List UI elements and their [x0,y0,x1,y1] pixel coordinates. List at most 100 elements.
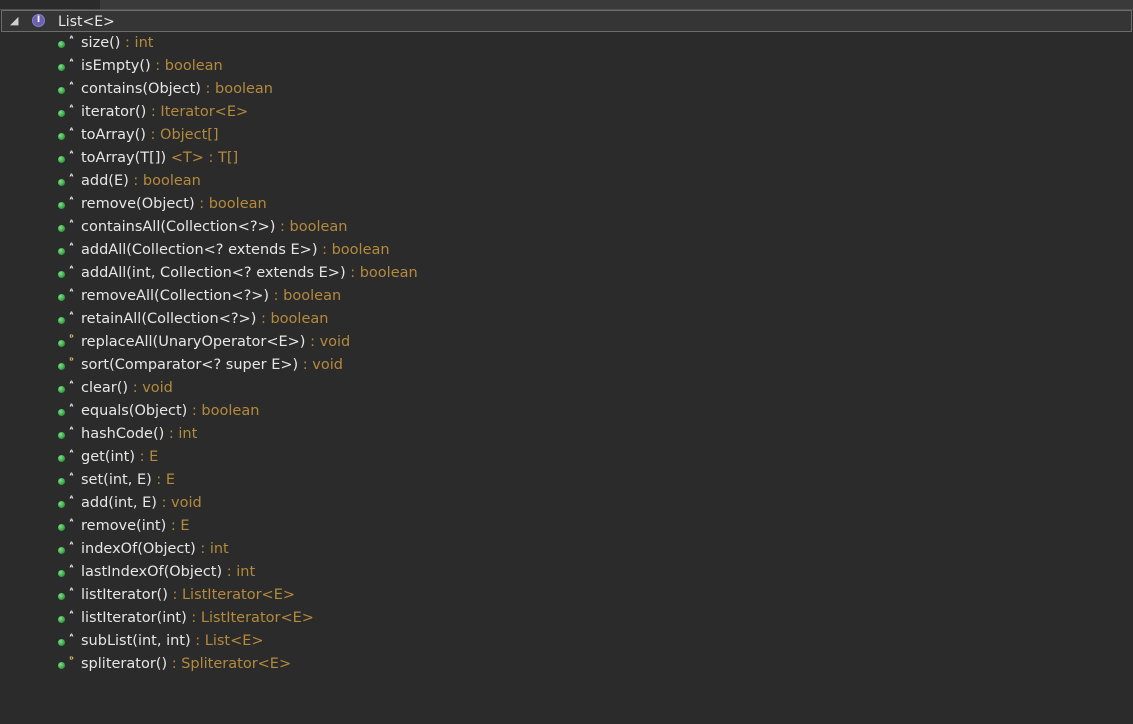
abstract-modifier-icon: ᴬ [69,103,74,112]
method-return-type: : boolean [269,288,342,304]
tree-node-method[interactable]: ᴬ isEmpty() : boolean [0,55,1133,78]
public-method-icon [58,432,65,439]
abstract-modifier-icon: ᴬ [69,379,74,388]
public-method-icon [58,202,65,209]
tree-node-method[interactable]: ᴬ containsAll(Collection<?>) : boolean [0,216,1133,239]
method-signature: containsAll(Collection<?>) : boolean [81,216,347,239]
abstract-modifier-icon: ᴬ [69,471,74,480]
tree-node-method[interactable]: ᴬ size() : int [0,32,1133,55]
method-signature: isEmpty() : boolean [81,55,223,78]
tree-node-method[interactable]: ᴬ remove(Object) : boolean [0,193,1133,216]
public-method-icon [58,317,65,324]
method-signature: contains(Object) : boolean [81,78,273,101]
tree-node-method[interactable]: ᴬ remove(int) : E [0,515,1133,538]
tree-node-label: List<E> [58,14,115,30]
method-return-type: : int [120,35,154,51]
tree-node-method[interactable]: ᴬ removeAll(Collection<?>) : boolean [0,285,1133,308]
tree-node-method[interactable]: ᴬ retainAll(Collection<?>) : boolean [0,308,1133,331]
method-name: equals(Object) [81,403,188,419]
method-return-type: : void [156,495,202,511]
method-return-type: : void [298,357,343,373]
tree-node-method[interactable]: ᴬ add(E) : boolean [0,170,1133,193]
method-signature: toArray(T[]) <T> : T[] [81,147,238,170]
abstract-modifier-icon: ᴬ [69,149,74,158]
tree-node-method[interactable]: ᴬ contains(Object) : boolean [0,78,1133,101]
method-signature: add(int, E) : void [81,492,202,515]
method-return-type: : E [166,518,190,534]
method-return-type: : List<E> [190,633,264,649]
public-method-icon [58,455,65,462]
method-signature: remove(Object) : boolean [81,193,267,216]
public-method-icon [58,501,65,508]
tree-node-method[interactable]: ᴬ set(int, E) : E [0,469,1133,492]
public-method-icon [58,156,65,163]
abstract-modifier-icon: ᴬ [69,448,74,457]
tree-node-method[interactable]: ᴬ addAll(int, Collection<? extends E>) : … [0,262,1133,285]
tree-node-method[interactable]: ᴬ hashCode() : int [0,423,1133,446]
abstract-modifier-icon: ᴬ [69,310,74,319]
method-signature: size() : int [81,32,153,55]
tree-node-method[interactable]: ᴬ toArray(T[]) <T> : T[] [0,147,1133,170]
tree-node-method[interactable]: ᴬ listIterator(int) : ListIterator<E> [0,607,1133,630]
default-modifier-icon: ᴰ [69,655,74,664]
method-signature: remove(int) : E [81,515,190,538]
method-name: toArray(T[]) [81,150,167,166]
method-return-type: : Object[] [145,127,219,143]
abstract-modifier-icon: ᴬ [69,540,74,549]
tree-node-method[interactable]: ᴬ toArray() : Object[] [0,124,1133,147]
tree-node-method[interactable]: ᴬ iterator() : Iterator<E> [0,101,1133,124]
method-name: listIterator(int) [81,610,187,626]
method-return-type: : void [305,334,351,350]
tree-node-method[interactable]: ᴬ add(int, E) : void [0,492,1133,515]
tree-node-method[interactable]: ᴬ listIterator() : ListIterator<E> [0,584,1133,607]
tree-node-method[interactable]: ᴬ get(int) : E [0,446,1133,469]
tree-node-list-interface[interactable]: ◢ I List<E> [1,10,1132,32]
tree-node-method[interactable]: ᴬ lastIndexOf(Object) : int [0,561,1133,584]
method-name: remove(int) [81,518,167,534]
method-signature: toArray() : Object[] [81,124,219,147]
active-view-tab[interactable] [0,0,100,9]
tree-node-method[interactable]: ᴰ replaceAll(UnaryOperator<E>) : void [0,331,1133,354]
public-method-icon [58,616,65,623]
tree-node-method[interactable]: ᴰ spliterator() : Spliterator<E> [0,653,1133,676]
method-signature: sort(Comparator<? super E>) : void [81,354,343,377]
method-return-type: : boolean [256,311,329,327]
method-name: indexOf(Object) [81,541,196,557]
method-signature: removeAll(Collection<?>) : boolean [81,285,341,308]
public-method-icon [58,340,65,347]
tree-node-method[interactable]: ᴬ clear() : void [0,377,1133,400]
tree-node-method[interactable]: ᴬ subList(int, int) : List<E> [0,630,1133,653]
public-method-icon [58,662,65,669]
public-method-icon [58,386,65,393]
method-return-type: : boolean [194,196,267,212]
method-return-type: : Iterator<E> [146,104,249,120]
tree-node-method[interactable]: ᴬ equals(Object) : boolean [0,400,1133,423]
method-signature: get(int) : E [81,446,158,469]
public-method-icon [58,547,65,554]
method-name: subList(int, int) [81,633,191,649]
method-name: containsAll(Collection<?>) [81,219,276,235]
public-method-icon [58,478,65,485]
abstract-modifier-icon: ᴬ [69,586,74,595]
public-method-icon [58,248,65,255]
abstract-modifier-icon: ᴬ [69,80,74,89]
method-name: size() [81,35,121,51]
outline-tree: ◢ I List<E> ᴬ size() : int ᴬ isEmpty() : bo… [0,10,1133,676]
collapse-triangle-icon[interactable]: ◢ [10,14,18,28]
abstract-modifier-icon: ᴬ [69,287,74,296]
tree-node-method[interactable]: ᴬ indexOf(Object) : int [0,538,1133,561]
method-signature: iterator() : Iterator<E> [81,101,248,124]
public-method-icon [58,110,65,117]
public-method-icon [58,363,65,370]
method-name: addAll(Collection<? extends E>) [81,242,318,258]
method-return-type: : E [135,449,159,465]
method-return-type: : int [164,426,198,442]
method-signature: hashCode() : int [81,423,197,446]
method-signature: retainAll(Collection<?>) : boolean [81,308,328,331]
public-method-icon [58,593,65,600]
method-name: add(int, E) [81,495,157,511]
tree-node-method[interactable]: ᴰ sort(Comparator<? super E>) : void [0,354,1133,377]
public-method-icon [58,87,65,94]
tree-node-method[interactable]: ᴬ addAll(Collection<? extends E>) : boole… [0,239,1133,262]
abstract-modifier-icon: ᴬ [69,195,74,204]
